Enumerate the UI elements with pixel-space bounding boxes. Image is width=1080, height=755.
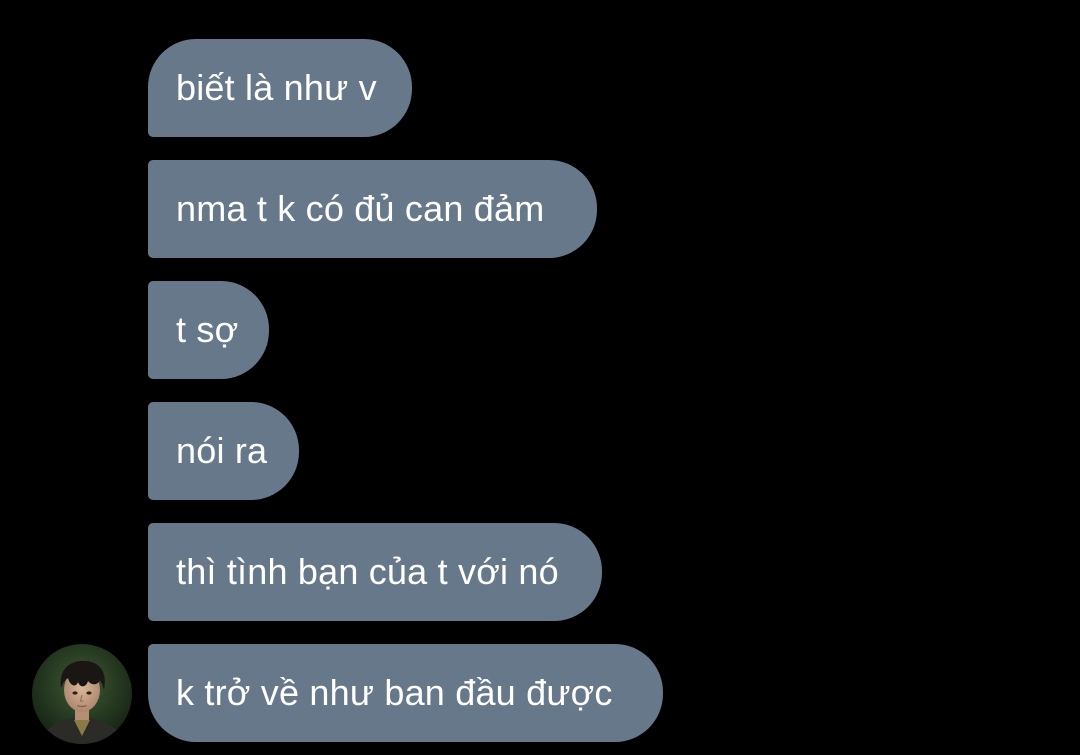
- message-bubble[interactable]: thì tình bạn của t với nó: [148, 523, 602, 621]
- message-text: t sợ: [176, 309, 239, 350]
- sender-avatar[interactable]: [32, 644, 132, 744]
- profile-photo-icon: [32, 644, 132, 744]
- message-bubble[interactable]: t sợ: [148, 281, 269, 379]
- message-bubble[interactable]: nói ra: [148, 402, 299, 500]
- message-bubble[interactable]: nma t k có đủ can đảm: [148, 160, 597, 258]
- message-thread: biết là như v nma t k có đủ can đảm t sợ…: [0, 0, 1080, 755]
- message-text: biết là như v: [176, 67, 377, 108]
- message-bubble[interactable]: biết là như v: [148, 39, 412, 137]
- message-bubble[interactable]: k trở về như ban đầu được: [148, 644, 663, 742]
- message-text: thì tình bạn của t với nó: [176, 551, 559, 592]
- message-text: nma t k có đủ can đảm: [176, 188, 545, 229]
- message-text: nói ra: [176, 430, 268, 471]
- message-text: k trở về như ban đầu được: [176, 672, 613, 713]
